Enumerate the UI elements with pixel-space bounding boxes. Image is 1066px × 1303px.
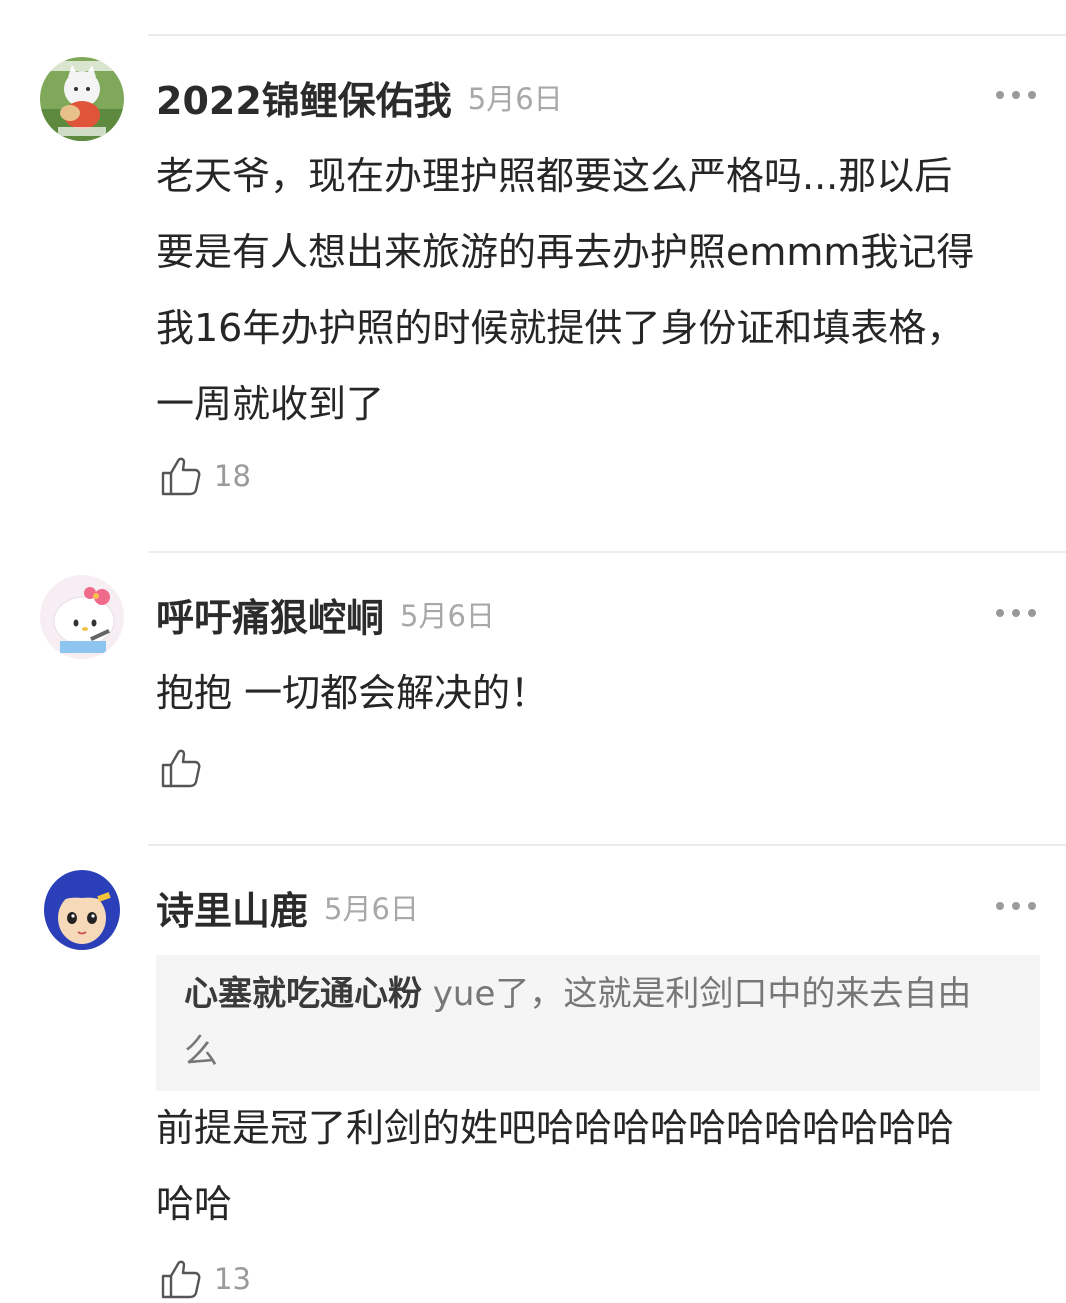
like-button[interactable]	[160, 744, 214, 792]
more-options-icon[interactable]	[996, 89, 1036, 101]
comment-date: 5月6日	[400, 599, 495, 633]
dot	[1028, 609, 1036, 617]
comment-date: 5月6日	[467, 82, 563, 116]
username[interactable]: 2022锦鲤保佑我	[156, 70, 452, 125]
dot	[1012, 902, 1020, 910]
comment-date: 5月6日	[324, 892, 419, 926]
like-count: 18	[214, 459, 251, 493]
cartoon-animal-avatar-icon	[40, 57, 124, 141]
dot	[1012, 609, 1020, 617]
quote-author[interactable]: 心塞就吃通心粉	[184, 974, 422, 1014]
comment-header: 2022锦鲤保佑我 5月6日	[156, 67, 563, 127]
comment-header: 诗里山鹿 5月6日	[156, 877, 419, 937]
username[interactable]: 诗里山鹿	[156, 880, 308, 935]
thumbs-up-icon	[161, 457, 201, 496]
comment-divider	[148, 844, 1066, 846]
more-options-icon[interactable]	[996, 900, 1036, 912]
username[interactable]: 呼吁痛狠崆峒	[156, 587, 384, 642]
avatar[interactable]	[40, 57, 124, 141]
blue-hair-cartoon-avatar-icon	[40, 868, 124, 952]
avatar[interactable]	[40, 868, 124, 952]
dot	[1012, 91, 1020, 99]
dot	[996, 91, 1004, 99]
comment-text: 老天爷，现在办理护照都要这么严格吗...那以后 要是有人想出来旅游的再去办护照e…	[156, 154, 975, 426]
hello-kitty-avatar-icon	[40, 575, 124, 659]
dot	[996, 902, 1004, 910]
avatar[interactable]	[40, 575, 124, 659]
like-button[interactable]: 18	[160, 452, 251, 500]
dot	[1028, 91, 1036, 99]
like-count: 13	[214, 1262, 251, 1296]
like-button[interactable]: 13	[160, 1255, 251, 1303]
top-divider	[148, 34, 1066, 36]
comment-text: 前提是冠了利剑的姓吧哈哈哈哈哈哈哈哈哈哈哈 哈哈	[156, 1106, 955, 1226]
comment-header: 呼吁痛狠崆峒 5月6日	[156, 584, 495, 644]
quoted-reply[interactable]: 心塞就吃通心粉 yue了，这就是利剑口中的来去自由 么	[156, 955, 1040, 1091]
comment-text: 抱抱 一切都会解决的！	[156, 671, 549, 715]
thumbs-up-icon	[161, 1260, 201, 1299]
dot	[996, 609, 1004, 617]
more-options-icon[interactable]	[996, 607, 1036, 619]
dot	[1028, 902, 1036, 910]
comment-divider	[148, 551, 1066, 553]
thumbs-up-icon	[161, 749, 201, 788]
